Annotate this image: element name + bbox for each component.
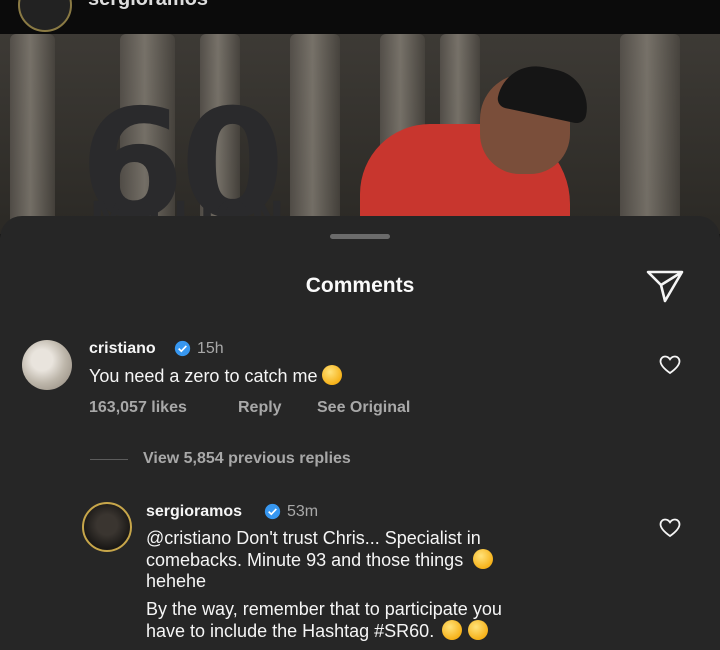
heart-icon[interactable] xyxy=(659,518,681,538)
reply-text-line-2-content: comebacks. Minute 93 and those things xyxy=(146,550,464,570)
post-author-username[interactable]: sergioramos xyxy=(88,0,208,11)
tongue-out-emoji-icon xyxy=(473,549,494,569)
heart-icon[interactable] xyxy=(659,355,681,375)
reply-avatar[interactable] xyxy=(82,502,132,552)
reply-text-line-5: have to include the Hashtag #SR60. xyxy=(146,620,489,642)
post-header: sergioramos xyxy=(0,0,720,34)
tree-trunk xyxy=(10,34,55,234)
laughing-tears-emoji-icon xyxy=(321,365,342,385)
verified-badge-icon xyxy=(264,503,281,520)
verified-badge-icon xyxy=(174,340,191,357)
comment-text-content: You need a zero to catch me xyxy=(89,366,318,386)
tree-trunk xyxy=(620,34,680,234)
replies-divider xyxy=(90,459,128,460)
comment-time: 15h xyxy=(197,340,224,357)
tree-trunk xyxy=(290,34,340,234)
post-author-avatar[interactable] xyxy=(18,0,72,32)
reply-time: 53m xyxy=(287,503,319,520)
sheet-title: Comments xyxy=(305,274,415,297)
reply-text-line-3: hehehe xyxy=(146,571,207,591)
see-original-button[interactable]: See Original xyxy=(317,399,410,417)
post-image: 60 MILLION xyxy=(0,34,720,234)
reply-text-line-5-content: have to include the Hashtag #SR60. xyxy=(146,621,435,641)
comment-likes[interactable]: 163,057 likes xyxy=(89,399,187,417)
reply-text-line-4: By the way, remember that to participate… xyxy=(146,599,502,619)
view-previous-replies-button[interactable]: View 5,854 previous replies xyxy=(143,450,351,468)
reply-button[interactable]: Reply xyxy=(238,399,282,417)
kiss-emoji-icon xyxy=(468,620,489,640)
reply-text-line-2: comebacks. Minute 93 and those things xyxy=(146,549,494,571)
commenter-avatar[interactable] xyxy=(22,340,72,390)
sheet-drag-handle[interactable] xyxy=(330,234,390,239)
comment-text: You need a zero to catch me xyxy=(89,365,342,387)
reply-text-line-1: @cristiano Don't trust Chris... Speciali… xyxy=(146,528,481,548)
paper-plane-icon[interactable] xyxy=(645,268,685,304)
comments-sheet: Comments cristiano 15h You need a zero t… xyxy=(0,216,720,650)
reply-username[interactable]: sergioramos xyxy=(146,503,242,521)
wink-emoji-icon xyxy=(442,620,463,640)
comment-username[interactable]: cristiano xyxy=(89,340,156,358)
